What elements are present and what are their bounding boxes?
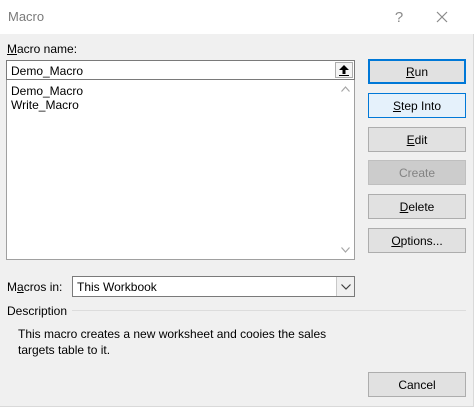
delete-button[interactable]: Delete xyxy=(368,194,466,219)
close-button[interactable] xyxy=(428,6,456,28)
description-text: This macro creates a new worksheet and c… xyxy=(18,327,327,357)
scroll-up-button[interactable] xyxy=(337,82,354,96)
chevron-down-icon xyxy=(341,247,350,253)
macro-name-value: Demo_Macro xyxy=(11,64,84,78)
macro-name-input[interactable]: Demo_Macro xyxy=(6,60,355,80)
list-scrollbar[interactable] xyxy=(337,80,354,259)
chevron-down-icon xyxy=(340,283,351,290)
window-title: Macro xyxy=(8,9,45,24)
create-button[interactable]: Create xyxy=(368,160,466,185)
chevron-up-icon xyxy=(341,86,350,92)
macros-in-label: Macros in: xyxy=(7,280,63,294)
list-item[interactable]: Write_Macro xyxy=(11,98,79,112)
options-button[interactable]: Options... xyxy=(368,228,466,253)
help-button[interactable]: ? xyxy=(385,6,413,28)
description-label: Description xyxy=(7,304,68,318)
step-into-button[interactable]: Step Into xyxy=(368,93,466,118)
cancel-button[interactable]: Cancel xyxy=(368,372,466,397)
macros-in-select[interactable]: This Workbook xyxy=(72,276,355,297)
description-divider xyxy=(72,310,466,311)
list-item[interactable]: Demo_Macro xyxy=(11,84,83,98)
dropdown-button[interactable] xyxy=(336,277,354,296)
help-icon: ? xyxy=(394,8,404,26)
run-button[interactable]: Run xyxy=(368,59,466,84)
macros-in-value: This Workbook xyxy=(77,280,157,294)
edit-button[interactable]: Edit xyxy=(368,127,466,152)
collapse-button[interactable] xyxy=(335,62,353,78)
macro-dialog: Macro ? Macro name: Demo_Macro Demo_Macr… xyxy=(0,0,474,407)
title-bar: Macro ? xyxy=(0,0,474,34)
macro-list[interactable]: Demo_Macro Write_Macro xyxy=(6,80,355,260)
close-icon xyxy=(436,11,448,23)
upload-icon xyxy=(339,64,349,76)
macro-name-label: Macro name: xyxy=(7,42,78,56)
scroll-down-button[interactable] xyxy=(337,243,354,257)
